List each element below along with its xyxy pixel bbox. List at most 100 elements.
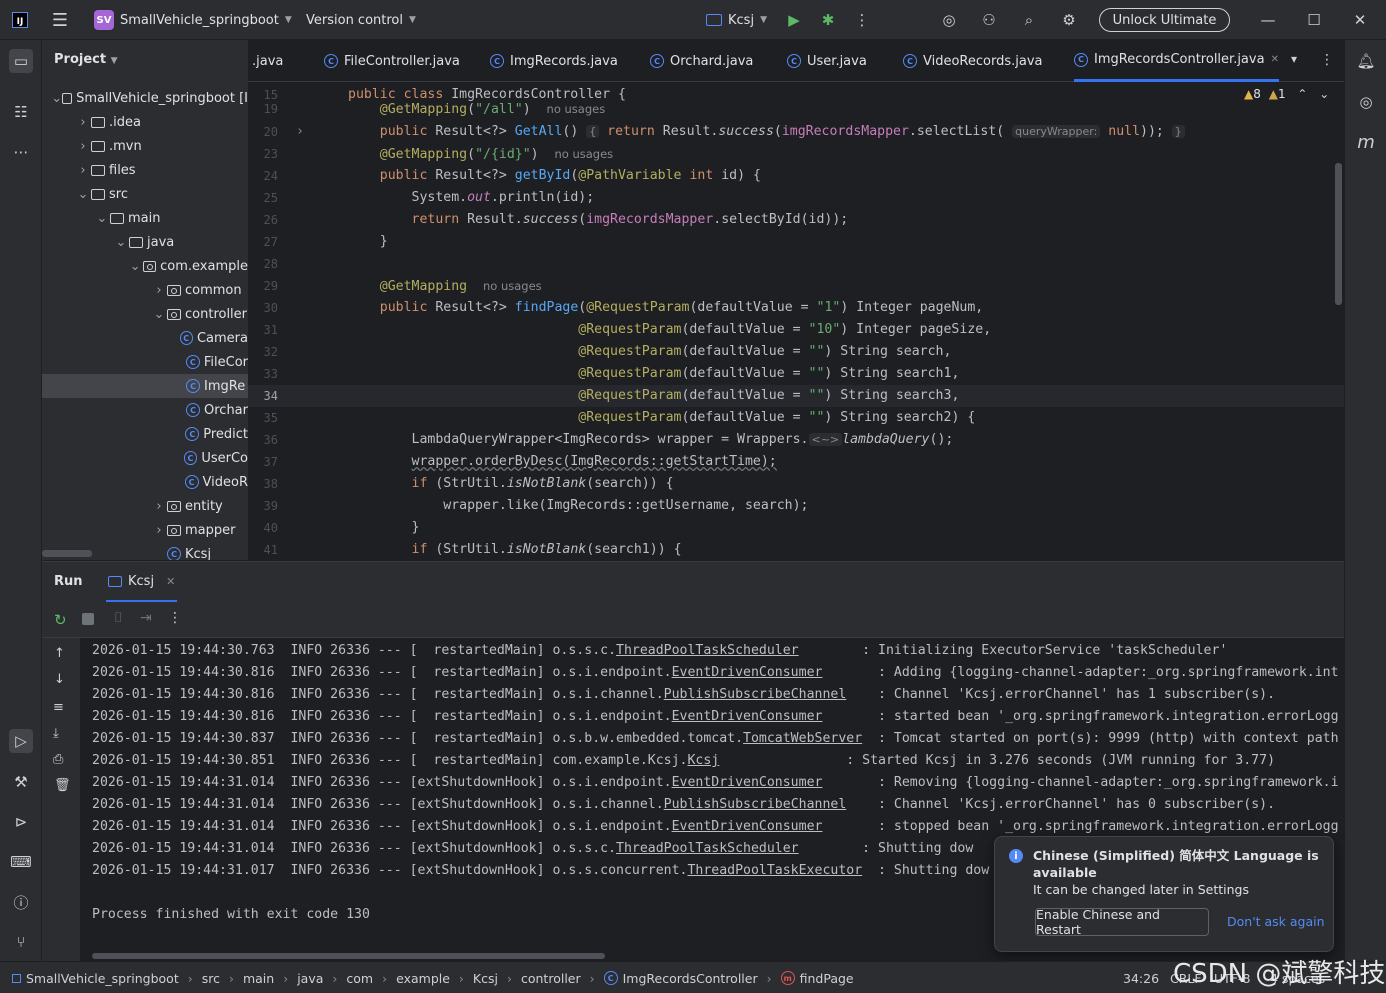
chevron-right-icon[interactable]: › — [75, 139, 91, 154]
project-panel-header[interactable]: Project ▼ — [54, 52, 118, 67]
main-menu-icon[interactable]: ☰ — [50, 10, 70, 31]
more-icon[interactable]: ⋮ — [168, 610, 182, 626]
project-scrollbar[interactable] — [42, 550, 92, 557]
tree-item[interactable]: ⌄ controller — [42, 302, 248, 326]
tabs-dropdown-icon[interactable]: ▾ — [1291, 52, 1297, 66]
run-config-selector[interactable]: Kcsj ▼ — [706, 0, 767, 40]
tree-item[interactable]: › files — [42, 158, 248, 182]
breadcrumb-item[interactable]: com — [346, 971, 373, 986]
terminal-tool-icon[interactable]: ⌨ — [9, 850, 33, 874]
run-tool-icon[interactable]: ▷ — [9, 729, 33, 753]
ide-logo[interactable]: IJ — [12, 0, 28, 40]
code-line[interactable]: 34 @RequestParam(defaultValue = "") Stri… — [248, 385, 1344, 407]
stop-icon[interactable] — [82, 613, 94, 625]
tree-item[interactable]: C FileCor — [42, 350, 248, 374]
tree-item[interactable]: ⌄ src — [42, 182, 248, 206]
code-line[interactable]: 31 @RequestParam(defaultValue = "10") In… — [248, 319, 1344, 341]
editor-tab[interactable]: .java — [252, 40, 283, 82]
print-icon[interactable]: ⎙ — [53, 752, 63, 767]
chevron-right-icon[interactable]: › — [151, 523, 167, 538]
code-line[interactable]: 23 @GetMapping("/{id}") no usages — [248, 143, 1344, 165]
close-tab-icon[interactable]: ✕ — [166, 575, 175, 588]
structure-tool-icon[interactable]: ☷ — [9, 100, 33, 124]
tree-item[interactable]: › entity — [42, 494, 248, 518]
scroll-down-icon[interactable]: ↓ — [54, 672, 65, 687]
tree-item[interactable]: ⌄ SmallVehicle_springboot [I — [42, 86, 248, 110]
vcs-menu[interactable]: Version control ▼ — [306, 0, 416, 40]
services-tool-icon[interactable]: ⊳ — [9, 810, 33, 834]
code-line[interactable]: 39 wrapper.like(ImgRecords::getUsername,… — [248, 495, 1344, 517]
chevron-down-icon[interactable]: ⌄ — [51, 91, 62, 106]
unlock-ultimate-button[interactable]: Unlock Ultimate — [1099, 8, 1230, 32]
code-line[interactable]: 35 @RequestParam(defaultValue = "") Stri… — [248, 407, 1344, 429]
debug-icon[interactable]: ✱ — [818, 10, 838, 30]
code-line[interactable]: 28 — [248, 253, 1344, 275]
log-class-link[interactable]: EventDrivenConsumer — [672, 819, 823, 834]
tree-item[interactable]: C VideoR — [42, 470, 248, 494]
tree-item[interactable]: › .idea — [42, 110, 248, 134]
chevron-down-icon[interactable]: ⌄ — [75, 187, 91, 202]
breadcrumb-item[interactable]: main — [243, 971, 274, 986]
enable-chinese-button[interactable]: Enable Chinese and Restart — [1035, 907, 1209, 937]
chevron-right-icon[interactable]: › — [75, 115, 91, 130]
log-class-link[interactable]: PublishSubscribeChannel — [664, 797, 847, 812]
tabs-more-icon[interactable]: ⋮ — [1320, 52, 1334, 68]
problems-tool-icon[interactable]: ⓘ — [9, 890, 33, 914]
camera-icon[interactable]: ⌷ — [114, 610, 122, 626]
git-tool-icon[interactable]: ⑂ — [9, 930, 33, 954]
editor-tab[interactable]: C ImgRecords.java — [490, 40, 618, 82]
code-line[interactable]: 30 public Result<?> findPage(@RequestPar… — [248, 297, 1344, 319]
log-class-link[interactable]: ThreadPoolTaskScheduler — [616, 841, 799, 856]
close-tab-icon[interactable]: ✕ — [1271, 54, 1279, 65]
code-line[interactable]: 38 if (StrUtil.isNotBlank(search)) { — [248, 473, 1344, 495]
log-class-link[interactable]: TomcatWebServer — [743, 731, 862, 746]
chevron-right-icon[interactable]: › — [151, 499, 167, 514]
add-user-icon[interactable]: ⚇ — [979, 10, 999, 30]
chevron-down-icon[interactable]: ⌄ — [128, 259, 143, 274]
log-class-link[interactable]: EventDrivenConsumer — [672, 665, 823, 680]
editor-tab[interactable]: C VideoRecords.java — [903, 40, 1042, 82]
breadcrumb-item[interactable]: controller — [521, 971, 581, 986]
breadcrumb-item[interactable]: SmallVehicle_springboot — [26, 971, 179, 986]
notifications-bell-icon[interactable]: 🔔︎ — [1354, 49, 1378, 73]
tree-item[interactable]: C ImgRe — [42, 374, 248, 398]
breadcrumb-item[interactable]: example — [396, 971, 450, 986]
breadcrumb-item[interactable]: ImgRecordsController — [623, 971, 758, 986]
dont-ask-again-link[interactable]: Don't ask again — [1227, 914, 1325, 929]
code-line[interactable]: 40 } — [248, 517, 1344, 539]
tree-item[interactable]: › .mvn — [42, 134, 248, 158]
tree-item[interactable]: ⌄ com.example — [42, 254, 248, 278]
close-icon[interactable]: ✕ — [1350, 10, 1370, 30]
fold-icon[interactable]: › — [296, 121, 304, 143]
chevron-down-icon[interactable]: ⌄ — [151, 307, 167, 322]
code-line[interactable]: 32 @RequestParam(defaultValue = "") Stri… — [248, 341, 1344, 363]
code-line[interactable]: 19 @GetMapping("/all") no usages — [248, 98, 1344, 120]
more-icon[interactable]: ⋮ — [852, 10, 872, 30]
code-line[interactable]: 33 @RequestParam(defaultValue = "") Stri… — [248, 363, 1344, 385]
chevron-right-icon[interactable]: › — [75, 163, 91, 178]
scroll-up-icon[interactable]: ↑ — [54, 646, 65, 661]
chevron-right-icon[interactable]: › — [151, 283, 167, 298]
chevron-down-icon[interactable]: ⌄ — [113, 235, 129, 250]
tree-item[interactable]: › mapper — [42, 518, 248, 542]
code-line[interactable]: 37 wrapper.orderByDesc(ImgRecords::getSt… — [248, 451, 1344, 473]
minimize-icon[interactable]: — — [1258, 10, 1278, 30]
ai-chat-icon[interactable]: ◎ — [1354, 90, 1378, 114]
editor-tab[interactable]: C User.java — [787, 40, 867, 82]
log-class-link[interactable]: EventDrivenConsumer — [672, 709, 823, 724]
chevron-up-icon[interactable]: ⌃ — [1297, 87, 1307, 101]
tree-item[interactable]: › common — [42, 278, 248, 302]
code-line[interactable]: 25 System.out.println(id); — [248, 187, 1344, 209]
code-line[interactable]: 29 @GetMapping no usages — [248, 275, 1344, 297]
build-tool-icon[interactable]: ⚒ — [9, 770, 33, 794]
log-class-link[interactable]: EventDrivenConsumer — [672, 775, 823, 790]
breadcrumb-item[interactable]: Kcsj — [473, 971, 498, 986]
editor-tab[interactable]: C FileController.java — [324, 40, 460, 82]
chevron-down-icon[interactable]: ⌄ — [1319, 87, 1329, 101]
maximize-icon[interactable]: ☐ — [1304, 10, 1324, 30]
tree-item[interactable]: C UserCo — [42, 446, 248, 470]
run-tab-kcsj[interactable]: Kcsj ✕ — [106, 562, 178, 602]
code-line[interactable]: 36 LambdaQueryWrapper<ImgRecords> wrappe… — [248, 429, 1344, 451]
project-switcher[interactable]: SV SmallVehicle_springboot ▼ — [94, 0, 292, 40]
code-line[interactable]: 20 › public Result<?> GetAll() { return R… — [248, 121, 1344, 143]
